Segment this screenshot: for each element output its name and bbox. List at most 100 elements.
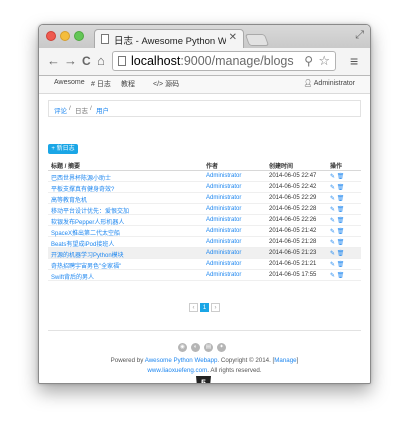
blog-title-link[interactable]: 奇热招聘宇宙男色"全家福" [51,261,121,270]
table-row: 移动平台设计优先：爱恨交加 Administrator 2014-06-05 22:… [48,204,361,215]
page-content: Awesome # 日志 教程 </> 源码 👤︎ Administrator … [39,76,370,383]
blog-author-link[interactable]: Administrator [206,195,241,201]
col-header-author: 作者 [206,164,219,170]
footer-app-link[interactable]: Awesome Python Webapp [145,357,218,364]
table-row: 奇热招聘宇宙男色"全家福" Administrator 2014-06-05 21:… [48,259,361,270]
breadcrumb-blogs: 日志 [75,108,88,115]
footer-manage-link[interactable]: Manage [274,357,296,364]
menu-icon[interactable]: ≡ [350,52,358,70]
footer-divider [48,330,361,331]
blog-created-at: 2014-06-05 21:42 [269,228,317,234]
breadcrumb-comments[interactable]: 评论 [54,105,67,115]
table-row: Beats有望成iPod接班人 Administrator 2014-06-05 2… [48,237,361,248]
blog-title-link[interactable]: 开源的机器学习Python模块 [51,250,124,259]
col-header-created: 创建时间 [269,164,294,170]
breadcrumb-sep: / [69,105,71,112]
blog-actions[interactable]: ✎ 🗑 [330,250,344,257]
address-bar[interactable]: localhost:9000/manage/blogs ⚲ ☆ [112,51,336,71]
twitter-icon[interactable]: ✦ [217,343,226,352]
blog-title-link[interactable]: Swift背后的男人 [51,272,94,281]
browser-window: 日志 - Awesome Python Web ✕ ⤢ ← → C ⌂ loca… [38,24,371,384]
nav-blogs[interactable]: # 日志 [91,79,111,89]
blog-created-at: 2014-06-05 17:55 [269,272,317,278]
new-blog-button[interactable]: + 新日志 [48,144,78,154]
fullscreen-icon[interactable]: ⤢ [355,29,364,42]
blog-actions[interactable]: ✎ 🗑 [330,173,344,180]
blog-author-link[interactable]: Administrator [206,184,241,190]
blog-actions[interactable]: ✎ 🗑 [330,261,344,268]
close-window-button[interactable] [46,31,56,41]
blog-author-link[interactable]: Administrator [206,173,241,179]
new-tab-button[interactable] [244,34,270,46]
table-row: SpaceX推出第二代太空船 Administrator 2014-06-05 21… [48,226,361,237]
minimize-window-button[interactable] [60,31,70,41]
page-1-button[interactable]: 1 [200,303,209,312]
prev-page-button[interactable]: ‹ [189,303,198,312]
blog-actions[interactable]: ✎ 🗑 [330,195,344,202]
tab-title: 日志 - Awesome Python Web [114,36,226,47]
title-bar: 日志 - Awesome Python Web ✕ ⤢ [39,25,370,48]
brand-link[interactable]: Awesome [54,79,85,86]
blog-title-link[interactable]: 软银发布Pepper人形机器人 [51,217,124,226]
blog-author-link[interactable]: Administrator [206,239,241,245]
blog-created-at: 2014-06-05 21:23 [269,250,317,256]
breadcrumb-sep: / [90,105,92,112]
blog-title-link[interactable]: 移动平台设计优先：爱恨交加 [51,206,129,215]
blog-created-at: 2014-06-05 22:29 [269,195,317,201]
blog-created-at: 2014-06-05 21:28 [269,239,317,245]
breadcrumb-users[interactable]: 用户 [96,105,109,115]
back-icon[interactable]: ← [47,52,60,70]
next-page-button[interactable]: › [211,303,220,312]
table-row: 开源的机器学习Python模块 Administrator 2014-06-05 2… [48,248,361,259]
blog-author-link[interactable]: Administrator [206,228,241,234]
forward-icon[interactable]: → [64,52,77,70]
blog-title-link[interactable]: 巴西世界杯陈源小助士 [51,173,111,182]
table-row: 高等教育危机 Administrator 2014-06-05 22:29 ✎ 🗑 [48,193,361,204]
browser-toolbar: ← → C ⌂ localhost:9000/manage/blogs ⚲ ☆ … [39,48,370,76]
blog-created-at: 2014-06-05 21:21 [269,261,317,267]
html5-logo-icon: 5 [196,376,211,383]
blog-actions[interactable]: ✎ 🗑 [330,239,344,246]
maximize-window-button[interactable] [74,31,84,41]
blog-created-at: 2014-06-05 22:28 [269,206,317,212]
blog-created-at: 2014-06-05 22:47 [269,173,317,179]
footer-powered-by: Powered by Awesome Python Webapp. Copyri… [110,357,299,364]
browser-tab[interactable]: 日志 - Awesome Python Web ✕ [94,29,244,48]
app-navbar: Awesome # 日志 教程 </> 源码 👤︎ Administrator [39,76,370,94]
zoom-icon[interactable]: ⚲ [304,54,313,68]
blog-actions[interactable]: ✎ 🗑 [330,206,344,213]
table-row: 平板支撑真有健身奇效? Administrator 2014-06-05 22:42… [48,182,361,193]
page-icon [101,34,109,44]
user-menu[interactable]: 👤︎ Administrator [303,79,355,87]
tab-close-icon[interactable]: ✕ [229,32,237,43]
blog-author-link[interactable]: Administrator [206,272,241,278]
weibo-icon[interactable]: ◉ [178,343,187,352]
blog-created-at: 2014-06-05 22:26 [269,217,317,223]
footer-copyright: www.liaoxuefeng.com. All rights reserved… [147,367,262,374]
blog-title-link[interactable]: SpaceX推出第二代太空船 [51,228,120,237]
nav-tutorials[interactable]: 教程 [121,79,135,89]
blog-created-at: 2014-06-05 22:42 [269,184,317,190]
blog-title-link[interactable]: 平板支撑真有健身奇效? [51,184,114,193]
reload-icon[interactable]: C [82,52,91,70]
blog-actions[interactable]: ✎ 🗑 [330,272,344,279]
blog-author-link[interactable]: Administrator [206,217,241,223]
blog-author-link[interactable]: Administrator [206,250,241,256]
blog-title-link[interactable]: Beats有望成iPod接班人 [51,239,114,248]
table-row: 巴西世界杯陈源小助士 Administrator 2014-06-05 22:47 ✎… [48,171,361,182]
github-icon[interactable]: ◐ [191,343,200,352]
blog-title-link[interactable]: 高等教育危机 [51,195,87,204]
nav-source[interactable]: </> 源码 [153,79,179,89]
col-header-title: 标题 / 摘要 [51,164,81,170]
blog-author-link[interactable]: Administrator [206,206,241,212]
blog-actions[interactable]: ✎ 🗑 [330,217,344,224]
breadcrumb: 评论 / 日志 / 用户 [48,100,361,117]
blog-actions[interactable]: ✎ 🗑 [330,184,344,191]
blog-actions[interactable]: ✎ 🗑 [330,228,344,235]
linkedin-icon[interactable]: ▤ [204,343,213,352]
footer-site-link[interactable]: www.liaoxuefeng.com [147,367,207,374]
bookmark-star-icon[interactable]: ☆ [318,53,330,69]
url-text: localhost:9000/manage/blogs [131,54,294,68]
blog-author-link[interactable]: Administrator [206,261,241,267]
home-icon[interactable]: ⌂ [97,52,105,70]
